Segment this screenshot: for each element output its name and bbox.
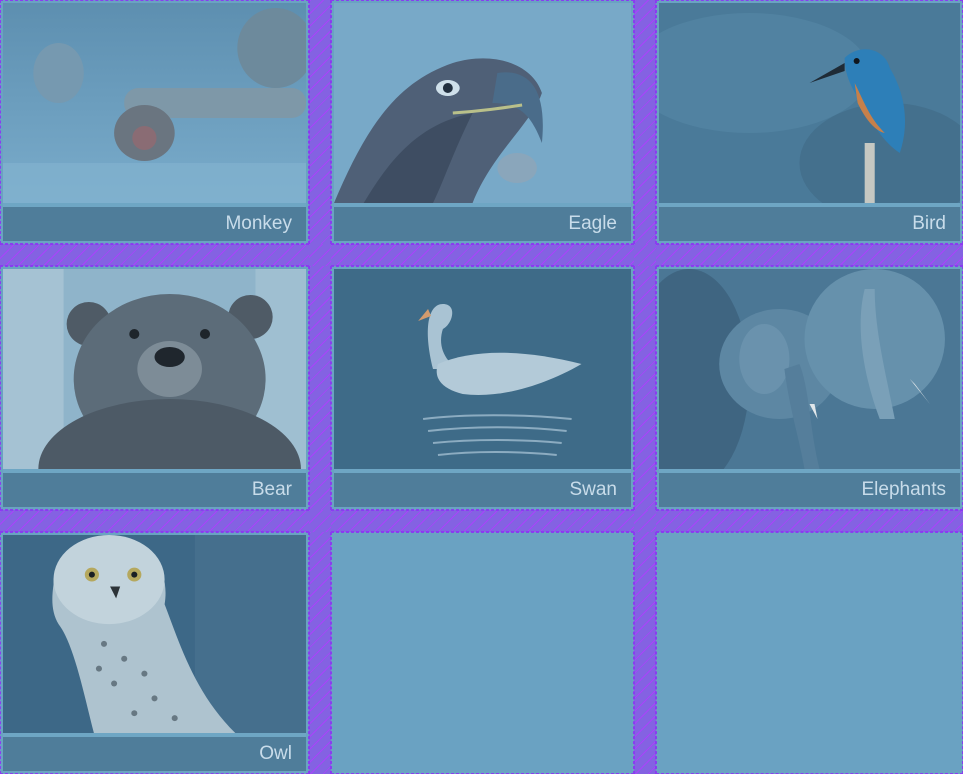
grid-gap-intersection	[309, 244, 331, 266]
elephants-photo	[659, 269, 960, 469]
gallery-cell-empty-2	[656, 532, 963, 774]
gallery-card-owl[interactable]: Owl	[3, 535, 306, 771]
eagle-photo	[334, 3, 631, 203]
gallery-cell-4: Bear	[0, 266, 309, 510]
card-caption: Owl	[3, 737, 306, 771]
card-caption: Elephants	[659, 473, 960, 507]
grid-gap-intersection	[309, 510, 331, 532]
bird-photo	[659, 3, 960, 203]
gallery-cell-5: Swan	[331, 266, 634, 510]
grid-gap-column	[634, 266, 656, 510]
gallery-cell-2: Eagle	[331, 0, 634, 244]
grid-gap-column	[309, 0, 331, 244]
gallery-card-bear[interactable]: Bear	[3, 269, 306, 507]
card-caption: Bird	[659, 207, 960, 241]
grid-gap-column	[634, 532, 656, 774]
gallery-cell-7: Owl	[0, 532, 309, 774]
gallery-card-monkey[interactable]: Monkey	[3, 3, 306, 241]
grid-gap-row	[331, 510, 634, 532]
card-caption: Eagle	[334, 207, 631, 241]
gallery-card-bird[interactable]: Bird	[659, 3, 960, 241]
grid-gap-row	[656, 510, 963, 532]
bear-photo	[3, 269, 306, 469]
grid-gap-row	[656, 244, 963, 266]
grid-gap-column	[309, 532, 331, 774]
owl-photo	[3, 535, 306, 733]
gallery-card-eagle[interactable]: Eagle	[334, 3, 631, 241]
grid-gap-row	[0, 510, 309, 532]
gallery-cell-3: Bird	[656, 0, 963, 244]
gallery-cell-1: Monkey	[0, 0, 309, 244]
card-caption: Swan	[334, 473, 631, 507]
gallery-grid: Monkey Eagle Bird Bear Swan Elephants Ow…	[0, 0, 963, 774]
gallery-card-elephants[interactable]: Elephants	[659, 269, 960, 507]
card-caption: Monkey	[3, 207, 306, 241]
grid-gap-column	[309, 266, 331, 510]
gallery-cell-6: Elephants	[656, 266, 963, 510]
gallery-cell-empty-1	[331, 532, 634, 774]
grid-gap-intersection	[634, 244, 656, 266]
grid-gap-column	[634, 0, 656, 244]
card-caption: Bear	[3, 473, 306, 507]
grid-gap-row	[331, 244, 634, 266]
swan-photo	[334, 269, 631, 469]
monkey-photo	[3, 3, 306, 203]
gallery-card-swan[interactable]: Swan	[334, 269, 631, 507]
grid-gap-intersection	[634, 510, 656, 532]
grid-gap-row	[0, 244, 309, 266]
